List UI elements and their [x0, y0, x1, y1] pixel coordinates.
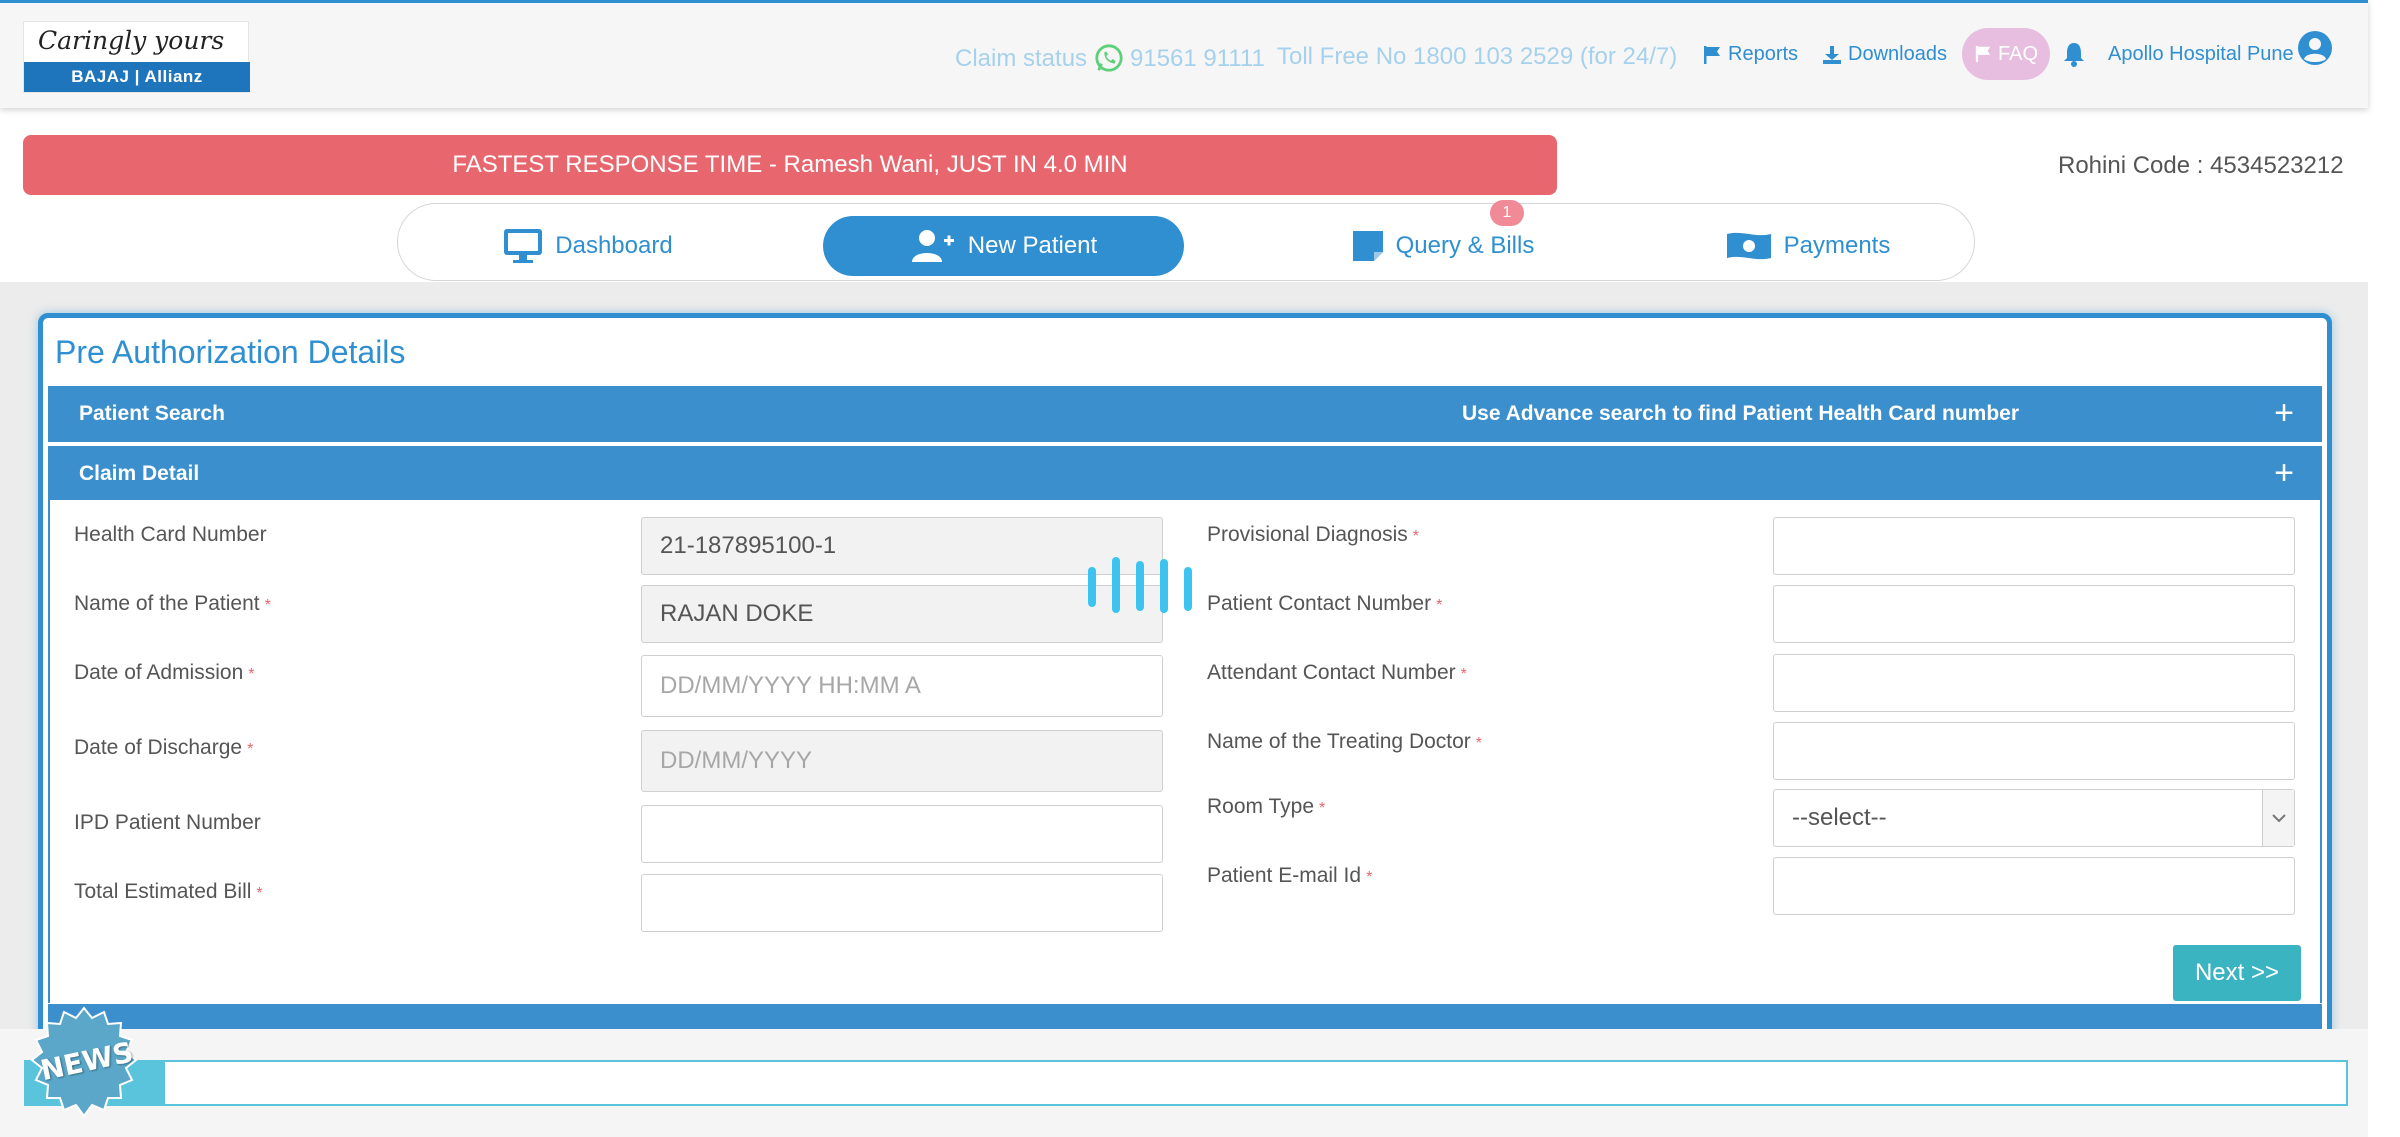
- tab-query-bills[interactable]: Query & Bills: [1273, 216, 1613, 276]
- bill-icon: [1352, 231, 1383, 261]
- estimated-bill-input[interactable]: [641, 874, 1163, 932]
- tab-dashboard[interactable]: Dashboard: [418, 216, 758, 276]
- claim-phone[interactable]: 91561 91111: [1130, 45, 1265, 73]
- attendant-contact-label: Attendant Contact Number *: [1207, 661, 1467, 684]
- ipd-number-label: IPD Patient Number: [74, 811, 261, 834]
- expand-icon[interactable]: +: [2274, 394, 2294, 433]
- diagnosis-input[interactable]: [1773, 517, 2295, 575]
- email-input[interactable]: [1773, 857, 2295, 915]
- tab-new-patient-label: New Patient: [967, 232, 1098, 259]
- admission-date-input[interactable]: DD/MM/YYYY HH:MM A: [641, 655, 1163, 717]
- room-type-select[interactable]: --select--: [1773, 789, 2295, 847]
- patient-contact-input[interactable]: [1773, 585, 2295, 643]
- add-user-icon: [911, 230, 954, 262]
- user-icon[interactable]: [2297, 30, 2333, 66]
- loading-icon: [1088, 557, 1192, 613]
- downloads-label: Downloads: [1848, 43, 1947, 65]
- toll-free-number: Toll Free No 1800 103 2529 (for 24/7): [1277, 43, 1678, 70]
- treating-doctor-input[interactable]: [1773, 722, 2295, 780]
- patient-name-input[interactable]: RAJAN DOKE: [641, 585, 1163, 643]
- flag-icon: [1704, 45, 1720, 64]
- faq-label: FAQ: [1997, 42, 2038, 65]
- user-name[interactable]: Apollo Hospital Pune: [2108, 43, 2294, 66]
- fastest-response-banner: FASTEST RESPONSE TIME - Ramesh Wani, JUS…: [23, 135, 1557, 195]
- bell-icon[interactable]: [2063, 41, 2085, 67]
- flag-icon: [1975, 45, 1991, 63]
- discharge-date-input[interactable]: DD/MM/YYYY: [641, 730, 1163, 792]
- health-card-input[interactable]: 21-187895100-1: [641, 517, 1163, 575]
- health-card-label: Health Card Number: [74, 523, 267, 546]
- estimated-bill-label: Total Estimated Bill *: [74, 880, 263, 903]
- logo-tagline: Caringly yours: [38, 26, 225, 55]
- main-nav: Dashboard New Patient Query & Bills Paym…: [397, 203, 1975, 281]
- patient-contact-label: Patient Contact Number *: [1207, 592, 1443, 615]
- tab-query-bills-label: Query & Bills: [1395, 232, 1535, 259]
- claim-detail-header[interactable]: Claim Detail +: [48, 446, 2322, 502]
- expand-icon[interactable]: +: [2274, 454, 2294, 493]
- room-type-label: Room Type *: [1207, 795, 1326, 818]
- faq-button[interactable]: FAQ: [1962, 28, 2050, 80]
- tab-new-patient[interactable]: New Patient: [823, 216, 1184, 276]
- treating-doctor-label: Name of the Treating Doctor *: [1207, 730, 1483, 753]
- monitor-icon: [504, 229, 543, 263]
- tab-payments-label: Payments: [1783, 232, 1891, 259]
- panel-title: Pre Authorization Details: [55, 334, 406, 370]
- attendant-contact-input[interactable]: [1773, 654, 2295, 712]
- claim-detail-label: Claim Detail: [79, 462, 200, 485]
- tab-dashboard-label: Dashboard: [555, 232, 673, 259]
- logo-brand: BAJAJ | Allianz: [24, 62, 250, 92]
- claim-status-label: Claim status: [955, 45, 1088, 72]
- chevron-down-icon[interactable]: [2262, 790, 2294, 846]
- news-ticker: [163, 1060, 2348, 1106]
- email-label: Patient E-mail Id *: [1207, 864, 1373, 887]
- download-icon: [1823, 45, 1841, 64]
- payment-icon: [1726, 232, 1771, 260]
- ipd-number-input[interactable]: [641, 805, 1163, 863]
- downloads-link[interactable]: Downloads: [1822, 43, 1947, 66]
- tab-payments[interactable]: Payments: [1638, 216, 1978, 276]
- reports-link[interactable]: Reports: [1702, 43, 1798, 66]
- top-header: Caringly yours BAJAJ | Allianz Claim sta…: [0, 0, 2368, 108]
- advance-search-hint: Use Advance search to find Patient Healt…: [1462, 402, 2020, 425]
- next-section-header[interactable]: [48, 1004, 2322, 1030]
- reports-label: Reports: [1728, 43, 1799, 65]
- patient-name-label: Name of the Patient *: [74, 592, 271, 615]
- patient-search-label: Patient Search: [79, 402, 225, 425]
- bajaj-allianz-logo[interactable]: Caringly yours BAJAJ | Allianz: [23, 21, 250, 93]
- diagnosis-label: Provisional Diagnosis *: [1207, 523, 1419, 546]
- discharge-date-label: Date of Discharge *: [74, 736, 254, 759]
- admission-date-label: Date of Admission *: [74, 661, 255, 684]
- query-count-badge: 1: [1490, 200, 1524, 226]
- patient-search-header[interactable]: Patient Search Use Advance search to fin…: [48, 386, 2322, 442]
- next-button[interactable]: Next >>: [2173, 945, 2301, 1001]
- whatsapp-icon: [1095, 44, 1123, 72]
- rohini-code: Rohini Code : 4534523212: [2058, 152, 2344, 179]
